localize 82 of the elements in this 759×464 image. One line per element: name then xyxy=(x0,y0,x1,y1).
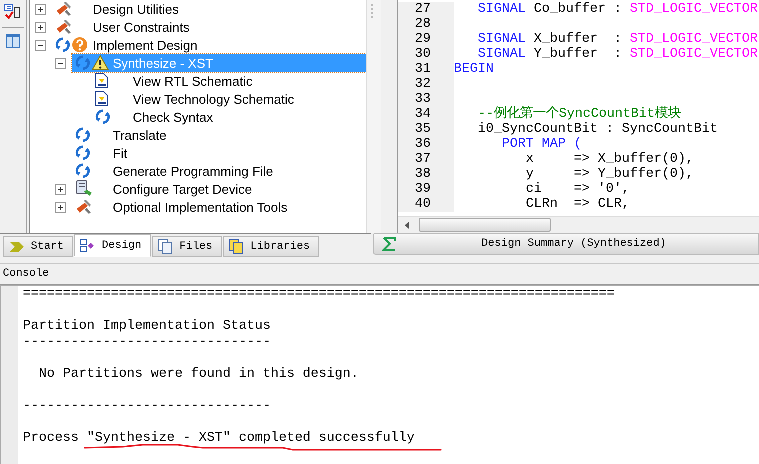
tree-item[interactable]: Translate xyxy=(72,126,366,144)
tree-item[interactable]: Implement Design xyxy=(52,36,366,54)
tree-item[interactable]: View RTL Schematic xyxy=(92,72,366,90)
line-number: 32 xyxy=(398,77,454,92)
line-number: 35 xyxy=(398,122,454,137)
line-number: 39 xyxy=(398,182,454,197)
code-line: x => X_buffer(0), xyxy=(524,152,694,167)
console-line: ------------------------------- xyxy=(23,399,272,415)
console-line: Process "Synthesize - XST" completed successfully xyxy=(23,431,416,447)
expand-toggle[interactable] xyxy=(55,202,66,212)
question-icon xyxy=(72,37,88,53)
plus-icon xyxy=(36,4,45,14)
tree-item[interactable]: Fit xyxy=(72,144,366,162)
code-line: CLRn => CLR, xyxy=(524,197,630,212)
line-number: 33 xyxy=(398,92,454,107)
console-title: Console xyxy=(3,268,50,280)
tree-item[interactable]: Optional Implementation Tools xyxy=(72,198,366,216)
line-number: 28 xyxy=(398,17,454,32)
circular-arrows-icon xyxy=(75,55,91,71)
collapse-toggle[interactable] xyxy=(35,40,46,50)
circular-arrows-icon xyxy=(75,145,91,161)
line-number: 34 xyxy=(398,107,454,122)
plus-icon xyxy=(56,202,65,212)
code-line: --例化第一个SyncCountBit模块 xyxy=(476,107,681,122)
tab[interactable]: Design xyxy=(74,234,151,257)
code-line: SIGNAL X_buffer : STD_LOGIC_VECTOR xyxy=(476,32,758,47)
code-line: SIGNAL Y_buffer : STD_LOGIC_VECTOR xyxy=(476,47,758,62)
tree-item[interactable]: User Constraints xyxy=(52,18,366,36)
line-number: 30 xyxy=(398,47,454,62)
line-number: 40 xyxy=(398,197,454,212)
tab[interactable]: Design Summary (Synthesized) xyxy=(373,233,759,255)
tools-icon xyxy=(55,19,73,35)
tab[interactable]: Files xyxy=(152,236,222,257)
code-line: ci => '0', xyxy=(524,182,630,197)
files-icon xyxy=(158,238,174,254)
tree-item[interactable]: Design Utilities xyxy=(52,0,366,18)
tree-item[interactable]: Check Syntax xyxy=(92,108,366,126)
circular-arrows-icon xyxy=(55,37,71,53)
vertical-scrollbar[interactable] xyxy=(366,0,381,233)
line-number: 38 xyxy=(398,167,454,182)
document-icon xyxy=(95,91,109,107)
tree-item[interactable]: View Technology Schematic xyxy=(92,90,366,108)
expand-toggle[interactable] xyxy=(55,184,66,194)
tools-icon xyxy=(75,199,93,215)
tree-item[interactable]: Generate Programming File xyxy=(72,162,366,180)
circular-arrows-icon xyxy=(75,163,91,179)
plus-icon xyxy=(56,184,65,194)
code-line: y => Y_buffer(0), xyxy=(524,167,694,182)
diagram-icon xyxy=(80,238,96,254)
tab[interactable]: Start xyxy=(3,236,74,257)
warning-icon xyxy=(92,55,109,71)
line-number: 37 xyxy=(398,152,454,167)
line-number: 31 xyxy=(398,62,454,77)
console-line: No Partitions were found in this design. xyxy=(38,367,360,383)
code-line: PORT MAP ( xyxy=(500,137,582,152)
console-line: ------------------------------- xyxy=(23,335,272,351)
toolbar-button[interactable] xyxy=(3,2,23,22)
code-line: SIGNAL Co_buffer : STD_LOGIC_VECTOR xyxy=(476,2,758,17)
expand-toggle[interactable] xyxy=(35,22,46,32)
code-line: i0_SyncCountBit : SyncCountBit xyxy=(476,122,718,137)
horizontal-scrollbar[interactable] xyxy=(398,216,759,233)
device-icon xyxy=(75,180,93,198)
sigma-icon xyxy=(382,236,398,252)
circular-arrows-icon xyxy=(75,127,91,143)
console-line: ========================================================================== xyxy=(23,287,615,303)
scrollbar-thumb[interactable] xyxy=(419,218,551,232)
code-line: BEGIN xyxy=(454,62,494,77)
checklist-icon xyxy=(4,3,22,21)
line-number: 29 xyxy=(398,32,454,47)
circular-arrows-icon xyxy=(95,109,111,125)
left-arrow-icon[interactable] xyxy=(403,220,411,230)
tab[interactable]: Libraries xyxy=(222,236,320,257)
line-number: 36 xyxy=(398,137,454,152)
console-line: Partition Implementation Status xyxy=(23,319,272,335)
tree-item[interactable]: Configure Target Device xyxy=(72,180,366,198)
document-icon xyxy=(95,73,109,89)
expand-toggle[interactable] xyxy=(35,4,46,14)
library-icon xyxy=(228,238,245,254)
line-number: 27 xyxy=(398,2,454,17)
window-icon xyxy=(6,34,20,48)
plus-icon xyxy=(36,22,45,32)
collapse-toggle[interactable] xyxy=(55,58,66,68)
